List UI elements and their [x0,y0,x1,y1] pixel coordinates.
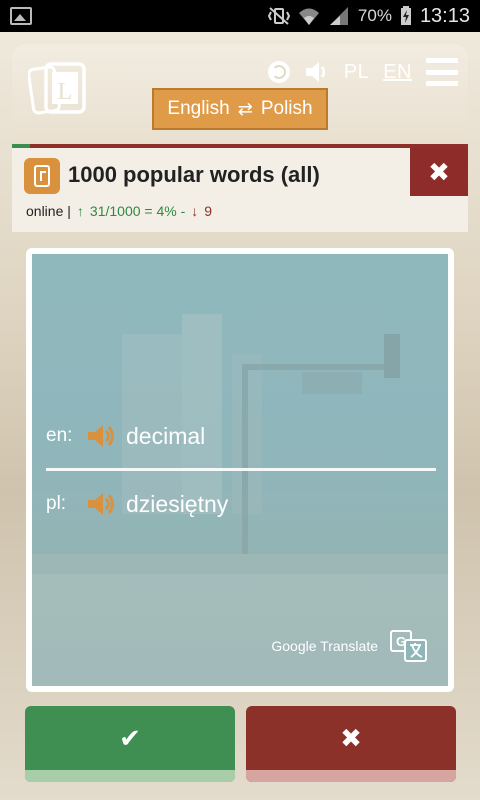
google-translate-attribution[interactable]: Google Translate G [271,630,428,662]
card-divider [46,468,436,471]
google-translate-icon: G [390,630,427,662]
flashcard: en: decimal pl: dziesiętny Google Transl… [26,248,454,692]
phone-icon [34,165,50,187]
wrong-count: 9 [204,203,213,219]
battery-charging-icon [400,6,411,25]
language-pl-link[interactable]: PL [344,61,369,84]
up-arrow-icon: ↑ [76,203,84,219]
hamburger-menu-icon[interactable] [426,58,458,86]
vibrate-mute-icon [267,7,290,25]
target-lang-code: pl: [46,493,67,514]
mode-label: online | [26,203,71,219]
google-translate-label: Google Translate [271,638,378,654]
speaker-icon[interactable] [86,491,116,517]
know-button[interactable]: ✔ [25,706,235,782]
wifi-icon [298,8,319,25]
dont-know-button[interactable]: ✖ [246,706,456,782]
target-word: dziesiętny [126,490,229,517]
svg-text:G: G [396,634,406,649]
course-stats: online | ↑ 31/1000 = 4% - ↓ 9 [26,203,212,219]
close-course-button[interactable]: ✖ [410,148,468,196]
check-icon: ✔ [119,722,141,753]
language-direction-button[interactable]: English ⇄ Polish [152,88,328,130]
gallery-notification-icon [10,7,32,25]
flashcard-body: en: decimal pl: dziesiętny Google Transl… [32,254,448,686]
source-word: decimal [126,422,206,449]
language-en-link[interactable]: EN [383,61,412,84]
svg-text:L: L [58,79,73,105]
status-bar: 70% 13:13 [0,0,480,32]
direction-from: English [167,98,230,119]
speaker-icon[interactable] [86,423,116,449]
course-panel: 1000 popular words (all) ✖ online | ↑ 31… [12,148,468,232]
source-lang-code: en: [46,425,73,446]
app-logo: L [28,62,86,115]
swap-icon: ⇄ [237,98,253,119]
globe-icon[interactable] [267,61,290,83]
speaker-icon[interactable] [304,60,330,84]
source-word-row: en: decimal [46,416,205,456]
battery-percent: 70% [357,6,392,25]
course-title: 1000 popular words (all) [68,162,320,187]
down-arrow-icon: ↓ [191,203,199,219]
clock: 13:13 [419,4,470,27]
signal-icon [329,7,348,25]
direction-to: Polish [260,98,313,119]
target-word-row: pl: dziesiętny [46,484,228,524]
cross-icon: ✖ [340,722,362,753]
app-header: L PL EN English ⇄ Polish [12,44,468,144]
progress-text: 31/1000 = 4% - [89,203,186,219]
course-icon [24,158,60,194]
